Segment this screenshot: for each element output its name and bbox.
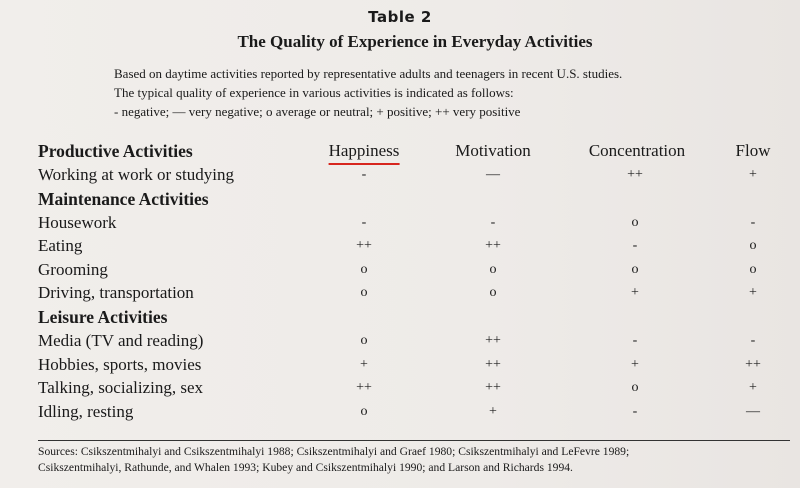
motivation-value: -	[490, 214, 496, 230]
motivation-value: o	[489, 261, 497, 277]
flow-value: +	[749, 167, 757, 182]
table-row: Driving, transportation o o + +	[38, 283, 790, 307]
happiness-value: ++	[356, 238, 372, 254]
column-header-flow: Flow	[735, 141, 771, 160]
motivation-value: ++	[485, 332, 501, 348]
table-row: Idling, resting o + - —	[38, 402, 790, 426]
column-header-happiness: Happiness	[328, 141, 400, 165]
happiness-value: o	[360, 261, 368, 277]
motivation-value: +	[489, 403, 497, 419]
activity-label: Talking, socializing, sex	[38, 378, 203, 398]
table-title: The Quality of Experience in Everyday Ac…	[237, 32, 593, 51]
flow-value: o	[749, 238, 757, 254]
concentration-value: o	[631, 214, 639, 230]
motivation-value: o	[489, 285, 497, 301]
section-header-row: Maintenance Activities	[38, 189, 790, 213]
intro-line: The typical quality of experience in var…	[114, 85, 514, 100]
flow-value: +	[749, 285, 757, 301]
sources-line: Csikszentmihalyi, Rathunde, and Whalen 1…	[38, 461, 573, 474]
motivation-value: ++	[485, 238, 501, 254]
happiness-value: o	[360, 403, 368, 419]
legend-line: - negative; — very negative; o average o…	[114, 104, 521, 119]
flow-value: o	[749, 261, 757, 277]
footer-divider	[38, 440, 790, 441]
activity-label: Grooming	[38, 259, 108, 279]
section-header-row: Productive Activities Happiness Motivati…	[38, 141, 790, 165]
concentration-value: -	[632, 238, 638, 254]
intro-text: Based on daytime activities reported by …	[114, 64, 754, 121]
flow-value: ++	[745, 356, 761, 372]
table-row: Eating ++ ++ - o	[38, 236, 790, 260]
table-number: Table 2	[368, 8, 432, 26]
motivation-value: —	[486, 167, 500, 182]
experience-table: Productive Activities Happiness Motivati…	[38, 141, 790, 425]
motivation-value: ++	[485, 356, 501, 372]
concentration-value: ++	[627, 167, 643, 182]
sources-line: Sources: Csikszentmihalyi and Csikszentm…	[38, 445, 630, 458]
happiness-value: o	[360, 332, 368, 348]
section-title: Productive Activities	[38, 141, 193, 161]
concentration-value: -	[632, 332, 638, 348]
activity-label: Hobbies, sports, movies	[38, 354, 202, 374]
concentration-value: +	[631, 356, 639, 372]
happiness-value: -	[361, 214, 367, 230]
activity-label: Driving, transportation	[38, 283, 194, 303]
motivation-value: ++	[485, 380, 501, 396]
column-header-concentration: Concentration	[588, 141, 686, 160]
flow-value: -	[750, 332, 756, 348]
table-row: Talking, socializing, sex ++ ++ o +	[38, 378, 790, 402]
table-row: Hobbies, sports, movies + ++ + ++	[38, 355, 790, 379]
document-page: Table 2 The Quality of Experience in Eve…	[0, 0, 800, 488]
activity-label: Eating	[38, 236, 83, 256]
happiness-value: ++	[356, 380, 372, 396]
happiness-value: o	[360, 285, 368, 301]
table-row: Media (TV and reading) o ++ - -	[38, 331, 790, 355]
happiness-value: +	[360, 356, 368, 372]
table-row: Housework - - o -	[38, 213, 790, 237]
flow-value: -	[750, 214, 756, 230]
concentration-value: -	[632, 403, 638, 419]
flow-value: +	[749, 380, 757, 396]
column-header-motivation: Motivation	[455, 141, 531, 160]
table-row: Working at work or studying - — ++ +	[38, 165, 790, 189]
intro-line: Based on daytime activities reported by …	[114, 66, 623, 81]
table-row: Grooming o o o o	[38, 260, 790, 284]
activity-label: Idling, resting	[38, 401, 134, 421]
sources-note: Sources: Csikszentmihalyi and Csikszentm…	[38, 444, 793, 476]
flow-value: —	[746, 403, 760, 419]
section-header-row: Leisure Activities	[38, 307, 790, 331]
section-title: Leisure Activities	[38, 306, 168, 327]
happiness-value: -	[361, 167, 367, 182]
concentration-value: o	[631, 261, 639, 277]
activity-label: Working at work or studying	[38, 165, 234, 184]
activity-label: Media (TV and reading)	[38, 330, 204, 350]
section-title: Maintenance Activities	[38, 188, 209, 209]
activity-label: Housework	[38, 212, 117, 232]
concentration-value: +	[631, 285, 639, 301]
concentration-value: o	[631, 380, 639, 396]
